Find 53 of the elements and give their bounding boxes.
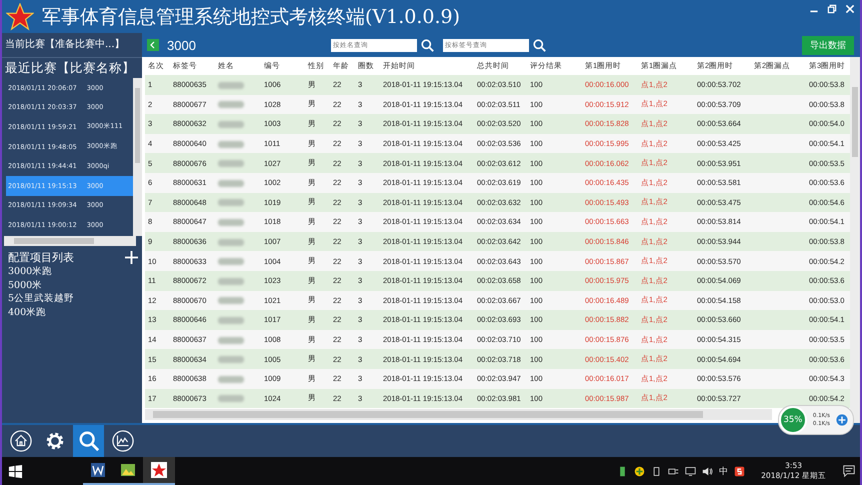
input-method-icon[interactable]	[734, 466, 746, 476]
monitor-icon[interactable]	[685, 466, 696, 476]
blurred-name	[218, 121, 244, 128]
config-list-item[interactable]: 5000米	[2, 278, 142, 292]
blurred-name	[218, 258, 244, 266]
image-icon	[120, 462, 136, 478]
blurred-name	[218, 376, 244, 383]
close-icon[interactable]	[844, 3, 856, 15]
blurred-name	[218, 82, 244, 89]
blurred-name	[218, 316, 244, 324]
scrollbar[interactable]	[133, 78, 142, 236]
window-title: 军事体育信息管理系统地控式考核终端(V1.0.0.9)	[42, 4, 460, 30]
input-method-indicator[interactable]: 中	[719, 464, 728, 478]
blurred-name	[218, 101, 244, 108]
home-icon	[10, 430, 32, 452]
config-list-item[interactable]: 3000米跑	[2, 265, 142, 278]
speaker-icon[interactable]	[702, 466, 714, 476]
blurred-name	[218, 297, 244, 304]
race-title: 3000	[167, 38, 197, 52]
star-app-icon	[151, 462, 167, 478]
chart-icon	[112, 430, 134, 452]
scrollbar[interactable]	[4, 236, 136, 246]
blurred-name	[218, 199, 244, 206]
taskbar-app[interactable]	[143, 457, 175, 485]
blurred-name	[218, 395, 244, 402]
config-list-item[interactable]: 400米跑	[2, 306, 142, 319]
blurred-name	[218, 180, 244, 187]
usb-drive-icon[interactable]	[651, 466, 662, 476]
document-icon	[90, 462, 106, 478]
scrollbar[interactable]	[145, 409, 772, 420]
add-icon[interactable]	[125, 251, 138, 264]
blurred-name	[218, 356, 244, 364]
nav-button[interactable]	[73, 425, 104, 457]
blurred-name	[218, 336, 244, 344]
star-logo-icon	[6, 2, 34, 30]
plus-circle-icon[interactable]	[634, 466, 646, 476]
search-icon	[78, 430, 100, 452]
back-button[interactable]	[147, 39, 159, 51]
windows-logo-icon[interactable]	[8, 464, 23, 478]
restore-icon[interactable]	[826, 3, 838, 15]
blurred-name	[218, 160, 244, 168]
search-icon[interactable]	[533, 38, 546, 52]
config-list-item[interactable]: 5公里武装越野	[2, 292, 142, 306]
blurred-name	[218, 238, 244, 246]
scrollbar[interactable]	[850, 57, 860, 423]
recent-matches-heading: 最近比赛【比赛名称】	[4, 59, 136, 77]
blurred-name	[218, 218, 244, 226]
search-icon[interactable]	[421, 38, 434, 52]
blurred-name	[218, 278, 244, 285]
config-list-heading: 配置项目列表	[8, 250, 74, 265]
blurred-name	[218, 140, 244, 148]
memory-percent: 35%	[778, 406, 807, 434]
notification-icon[interactable]	[842, 464, 856, 478]
